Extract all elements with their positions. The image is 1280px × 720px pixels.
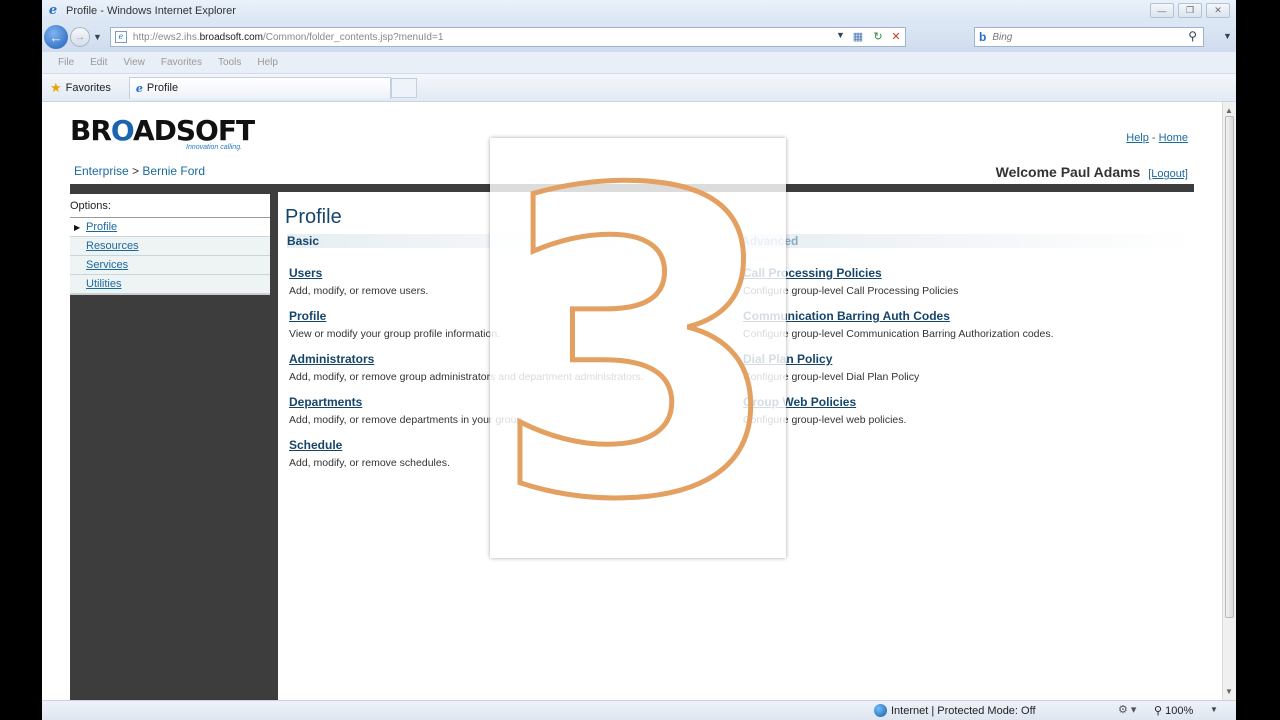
compatibility-view-icon[interactable]: ▦ (851, 30, 865, 44)
url-text: http://ews2.ihs.broadsoft.com/Common/fol… (132, 31, 444, 43)
stop-icon[interactable]: ✕ (889, 30, 903, 44)
restore-button[interactable]: ❐ (1178, 3, 1202, 18)
list-item: Call Processing Policies Configure group… (743, 266, 1183, 297)
scrollbar-thumb[interactable] (1225, 116, 1234, 618)
window-controls: — ❐ ✕ (1150, 3, 1230, 18)
menu-help[interactable]: Help (257, 57, 278, 68)
item-description: Configure group-level Dial Plan Policy (743, 371, 920, 383)
favorites-button[interactable]: Favorites (66, 82, 111, 94)
url-input[interactable]: e http://ews2.ihs.broadsoft.com/Common/f… (109, 27, 906, 47)
sidebar-item-label[interactable]: Utilities (86, 278, 121, 290)
vertical-scrollbar[interactable]: ▲ ▼ (1222, 102, 1236, 700)
logout-link[interactable]: [Logout] (1148, 168, 1188, 180)
advanced-section-heading: Advanced (741, 234, 1193, 248)
menu-favorites[interactable]: Favorites (161, 57, 202, 68)
history-dropdown-icon[interactable]: ▼ (93, 32, 102, 42)
sidebar-item-label[interactable]: Services (86, 259, 128, 271)
top-links: Help - Home (1126, 132, 1188, 144)
countdown-digit: 3 (489, 103, 786, 592)
page-title: Profile (285, 206, 342, 228)
menu-view[interactable]: View (123, 57, 145, 68)
scroll-down-icon[interactable]: ▼ (1225, 687, 1233, 696)
breadcrumb: Enterprise > Bernie Ford (74, 164, 205, 178)
title-bar: e Profile - Windows Internet Explorer — … (42, 0, 1236, 22)
list-item: Dial Plan Policy Configure group-level D… (743, 352, 1183, 383)
tab-page-icon: e (135, 81, 143, 95)
bing-icon: b (979, 30, 987, 44)
internet-explorer-icon: e (48, 3, 58, 18)
sidebar-item-label[interactable]: Resources (86, 240, 139, 252)
address-bar: ← → ▼ e http://ews2.ihs.broadsoft.com/Co… (42, 22, 1236, 52)
item-description: Configure group-level Communication Barr… (743, 328, 1054, 340)
search-input[interactable]: b Bing ⚲ (974, 27, 1204, 47)
list-item: Group Web Policies Configure group-level… (743, 395, 1183, 426)
tab-label: Profile (146, 82, 179, 94)
close-window-button[interactable]: ✕ (1206, 3, 1230, 18)
security-zone[interactable]: Internet | Protected Mode: Off (874, 704, 1036, 717)
broadsoft-logo: BROADSOFT Innovation calling. (70, 114, 255, 151)
logo-tagline: Innovation calling. (186, 144, 243, 151)
item-description: Configure group-level web policies. (743, 414, 907, 426)
breadcrumb-enterprise[interactable]: Enterprise (74, 164, 129, 178)
menu-bar: File Edit View Favorites Tools Help (42, 52, 1236, 74)
link-separator: - (1148, 132, 1159, 144)
url-dropdown-icon[interactable]: ▼ (836, 30, 845, 40)
communication-barring-link[interactable]: Communication Barring Auth Codes (743, 309, 1183, 323)
sidebar-item-services[interactable]: Services (70, 256, 270, 275)
welcome-message: Welcome Paul Adams [Logout] (996, 164, 1188, 180)
scroll-up-icon[interactable]: ▲ (1225, 106, 1233, 115)
window-title: Profile - Windows Internet Explorer (66, 5, 236, 17)
group-web-policies-link[interactable]: Group Web Policies (743, 395, 1183, 409)
selected-arrow-icon: ▶ (74, 223, 81, 232)
sidebar-item-utilities[interactable]: Utilities (70, 275, 270, 294)
options-menu: Options: ▶ Profile Resources Services Ut… (70, 194, 270, 295)
dial-plan-policy-link[interactable]: Dial Plan Policy (743, 352, 1183, 366)
zoom-level[interactable]: ⚲ 100% (1154, 704, 1193, 717)
globe-icon (874, 704, 887, 717)
menu-file[interactable]: File (58, 57, 74, 68)
menu-tools[interactable]: Tools (218, 57, 241, 68)
call-processing-policies-link[interactable]: Call Processing Policies (743, 266, 1183, 280)
welcome-text: Welcome Paul Adams (995, 164, 1141, 180)
protected-mode-icon[interactable]: ⚙ ▾ (1118, 703, 1136, 716)
minimize-button[interactable]: — (1150, 3, 1174, 18)
options-title: Options: (70, 194, 270, 218)
page-viewport: BROADSOFT Innovation calling. Enterprise… (42, 102, 1222, 700)
tab-profile[interactable]: e Profile (128, 76, 391, 99)
breadcrumb-separator: > (128, 164, 143, 178)
page-icon: e (114, 31, 127, 43)
new-tab-button[interactable] (390, 77, 417, 98)
list-item: Communication Barring Auth Codes Configu… (743, 309, 1183, 340)
refresh-icon[interactable]: ↻ (871, 30, 885, 44)
help-link[interactable]: Help (1126, 132, 1149, 144)
favorites-star-icon[interactable]: ★ (50, 80, 62, 96)
home-link[interactable]: Home (1159, 132, 1188, 144)
zone-text: Internet | Protected Mode: Off (891, 704, 1036, 717)
sidebar-item-profile[interactable]: ▶ Profile (70, 218, 270, 237)
status-bar: Internet | Protected Mode: Off ⚙ ▾ ⚲ 100… (42, 700, 1236, 720)
back-button[interactable]: ← (44, 25, 68, 49)
menu-edit[interactable]: Edit (90, 57, 107, 68)
forward-button[interactable]: → (70, 27, 90, 47)
zoom-dropdown-icon[interactable]: ▼ (1210, 705, 1218, 714)
breadcrumb-group[interactable]: Bernie Ford (142, 164, 205, 178)
options-sidebar: Options: ▶ Profile Resources Services Ut… (70, 192, 278, 700)
favorites-bar: ★ Favorites e Profile (42, 74, 1236, 102)
sidebar-item-resources[interactable]: Resources (70, 237, 270, 256)
search-placeholder: Bing (992, 31, 1013, 43)
countdown-overlay: 3 (489, 103, 786, 592)
search-dropdown-icon[interactable]: ▼ (1223, 31, 1232, 41)
sidebar-item-label[interactable]: Profile (86, 221, 117, 233)
item-description: Configure group-level Call Processing Po… (743, 285, 959, 297)
browser-window: e Profile - Windows Internet Explorer — … (42, 0, 1236, 720)
search-icon[interactable]: ⚲ (1188, 29, 1197, 43)
